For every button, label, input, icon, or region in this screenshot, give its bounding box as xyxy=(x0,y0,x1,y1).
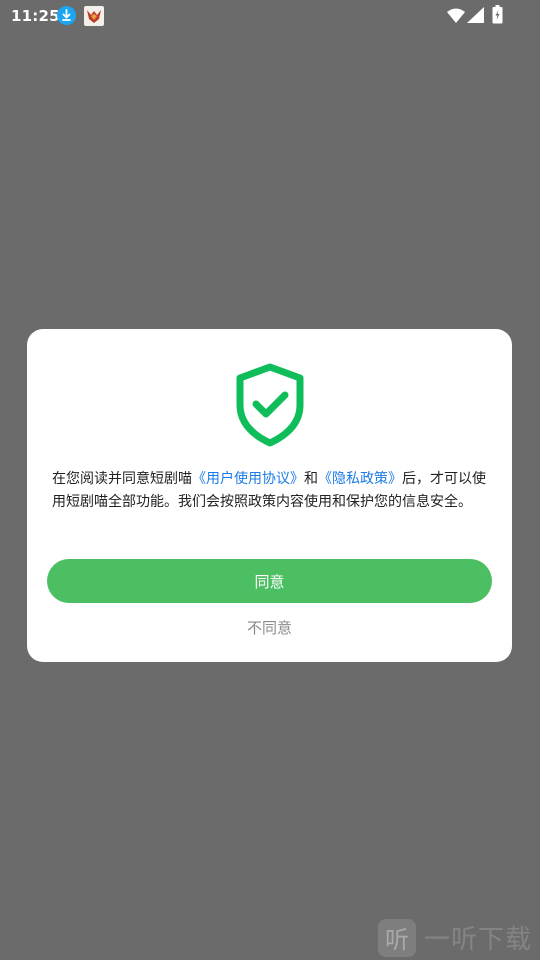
status-bar: 11:25 xyxy=(0,0,540,32)
user-agreement-link[interactable]: 《用户使用协议》 xyxy=(192,471,304,487)
battery-icon xyxy=(492,5,503,28)
message-text: 在您阅读并同意短剧喵 xyxy=(52,471,192,487)
privacy-dialog: 在您阅读并同意短剧喵《用户使用协议》和《隐私政策》后，才可以使用短剧喵全部功能。… xyxy=(27,329,512,662)
message-text: 和 xyxy=(304,471,318,487)
app-icon xyxy=(84,6,104,26)
agree-button[interactable]: 同意 xyxy=(47,559,492,603)
watermark-text: 一听下载 xyxy=(424,925,533,955)
privacy-message: 在您阅读并同意短剧喵《用户使用协议》和《隐私政策》后，才可以使用短剧喵全部功能。… xyxy=(52,468,492,514)
watermark-logo: 听 xyxy=(378,918,416,957)
download-icon xyxy=(57,6,76,25)
watermark: 听 一听下载 xyxy=(378,915,540,960)
privacy-policy-link[interactable]: 《隐私政策》 xyxy=(318,471,402,487)
disagree-button[interactable]: 不同意 xyxy=(47,614,492,642)
wifi-icon xyxy=(447,8,465,27)
status-time: 11:25 xyxy=(11,7,60,25)
shield-check-icon xyxy=(235,363,305,447)
signal-icon xyxy=(467,7,484,27)
